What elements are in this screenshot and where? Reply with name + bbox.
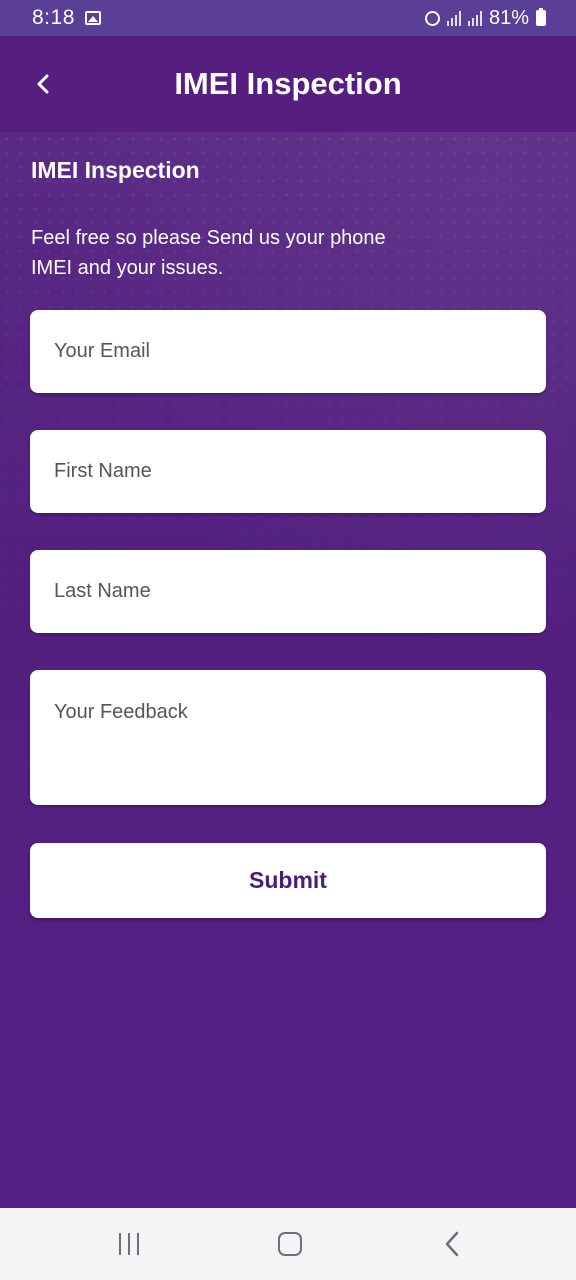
battery-percent: 81% bbox=[488, 6, 529, 29]
last-name-field-container bbox=[30, 550, 546, 633]
chevron-left-icon bbox=[37, 74, 49, 94]
app-bar: IMEI Inspection bbox=[0, 36, 576, 132]
content-area: IMEI Inspection Feel free so please Send… bbox=[0, 132, 576, 1208]
status-left: 8:18 bbox=[32, 6, 101, 30]
last-name-field[interactable] bbox=[54, 580, 522, 603]
first-name-field-container bbox=[30, 430, 546, 513]
back-icon bbox=[445, 1231, 459, 1257]
signal-icon bbox=[446, 10, 461, 26]
gallery-icon bbox=[84, 11, 101, 25]
email-field-container bbox=[30, 310, 546, 393]
status-bar: 8:18 81% bbox=[0, 0, 576, 36]
feedback-field[interactable] bbox=[54, 700, 522, 790]
recents-icon bbox=[119, 1233, 139, 1255]
submit-button[interactable]: Submit bbox=[30, 843, 546, 918]
alarm-icon bbox=[424, 10, 440, 26]
back-button[interactable] bbox=[26, 64, 60, 104]
section-heading: IMEI Inspection bbox=[31, 157, 200, 183]
system-back-button[interactable] bbox=[422, 1226, 482, 1262]
form-description: Feel free so please Send us your phone I… bbox=[31, 227, 386, 279]
feedback-field-container bbox=[30, 670, 546, 805]
home-icon bbox=[278, 1232, 302, 1256]
system-nav-bar bbox=[0, 1208, 576, 1280]
status-time: 8:18 bbox=[32, 6, 75, 29]
first-name-field[interactable] bbox=[54, 460, 522, 483]
email-field[interactable] bbox=[54, 340, 522, 363]
home-button[interactable] bbox=[260, 1226, 320, 1262]
page-title: IMEI Inspection bbox=[174, 66, 402, 101]
signal-icon bbox=[467, 10, 482, 26]
recents-button[interactable] bbox=[99, 1226, 159, 1262]
battery-icon bbox=[536, 8, 546, 26]
status-right: 81% bbox=[424, 6, 546, 30]
